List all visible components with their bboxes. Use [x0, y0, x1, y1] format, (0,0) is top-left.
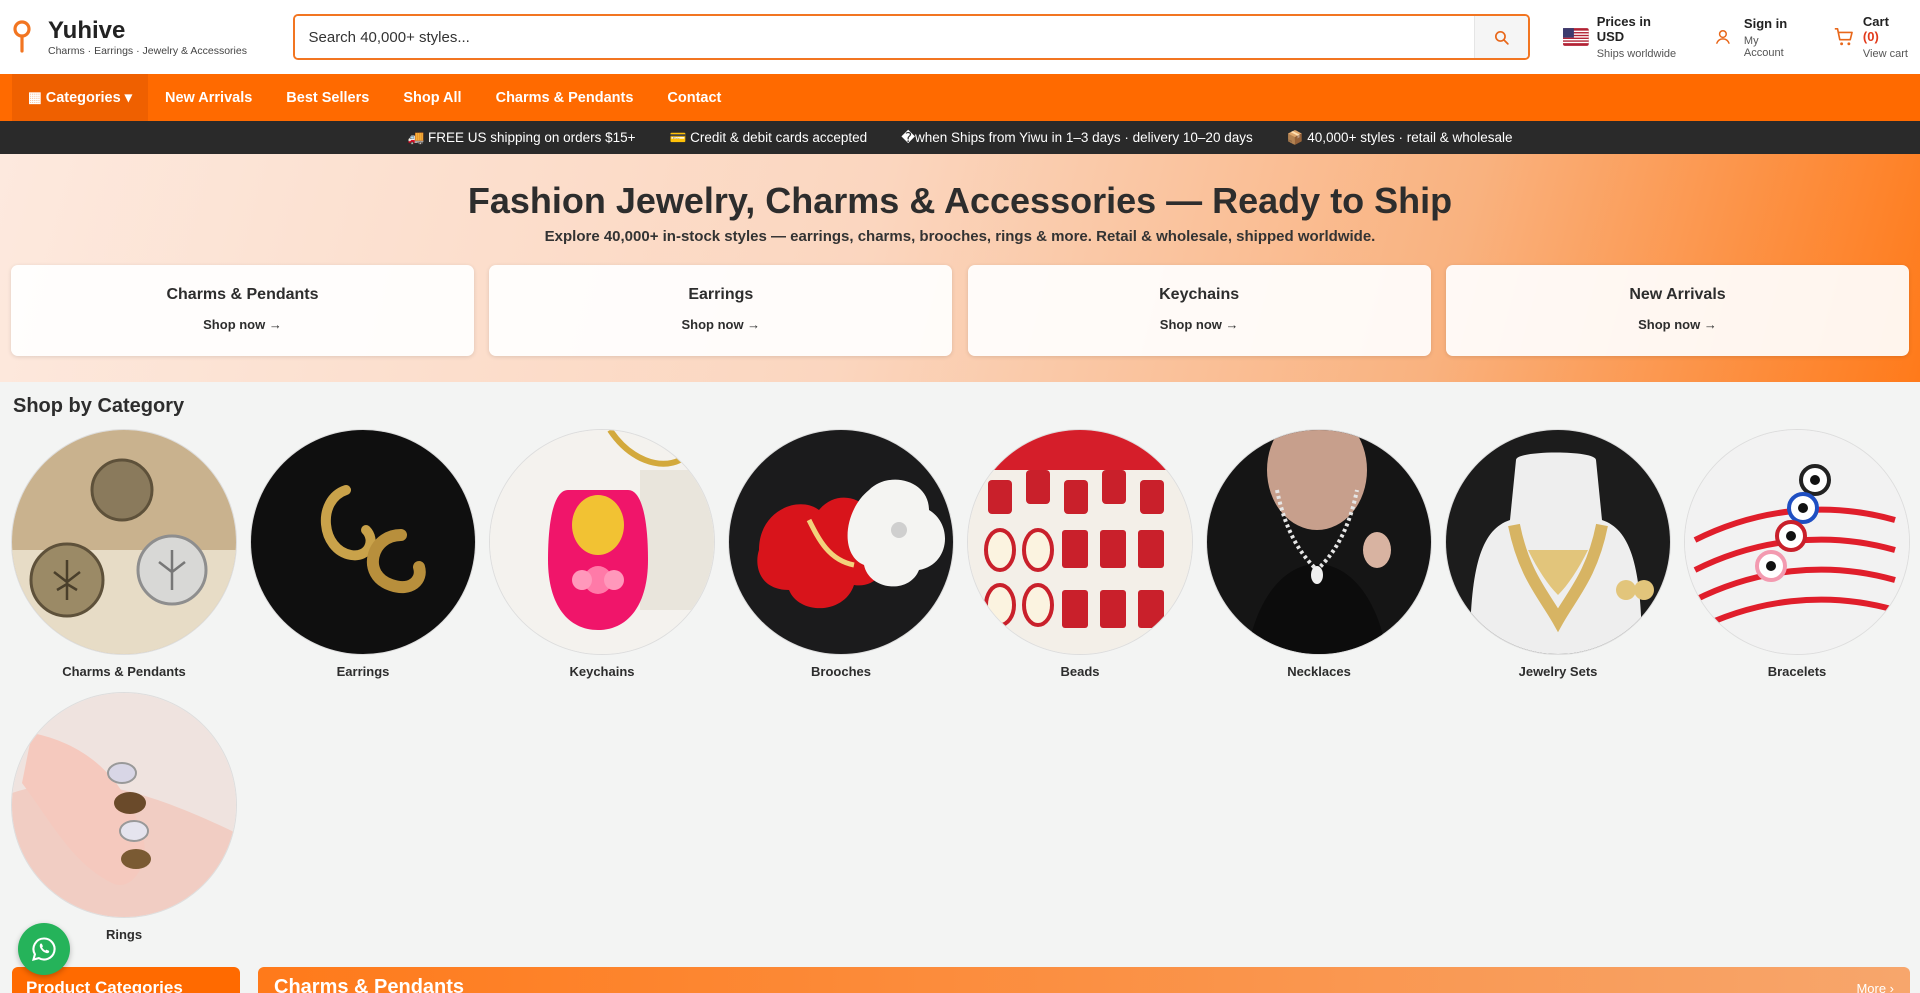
cart-subtitle: View cart — [1862, 48, 1908, 60]
category-image — [12, 693, 236, 917]
cart-title: Cart — [1862, 14, 1889, 29]
hero-subtitle: Explore 40,000+ in-stock styles — earrin… — [544, 228, 1376, 245]
hero-card-title: Keychains — [1159, 286, 1240, 303]
category-image — [1207, 430, 1431, 654]
cart-icon — [1834, 28, 1854, 46]
category-image — [12, 430, 236, 654]
more-link[interactable]: More › — [1856, 981, 1894, 993]
category-necklaces[interactable]: Necklaces — [1207, 430, 1431, 679]
section-title: Charms & Pendants — [274, 976, 465, 993]
category-label: Beads — [1060, 664, 1100, 679]
whatsapp-chat-button[interactable] — [18, 923, 70, 975]
category-brooches[interactable]: Brooches — [729, 430, 953, 679]
us-flag-icon — [1562, 28, 1589, 46]
category-rings[interactable]: Rings — [12, 693, 236, 942]
hero-card-new-arrivals[interactable]: New Arrivals Shop now → — [1445, 265, 1909, 356]
hero-card-cta: Shop now → — [1638, 317, 1717, 332]
logo-pin-icon — [13, 20, 31, 53]
brand-tagline: Charms · Earrings · Jewelry & Accessorie… — [48, 44, 247, 57]
hero-card-cta: Shop now → — [681, 317, 761, 332]
info-bar: 🚚 FREE US shipping on orders $15+ 💳 Cred… — [0, 121, 1920, 154]
hero-card-charms[interactable]: Charms & Pendants Shop now → — [11, 265, 474, 356]
currency-selector[interactable]: Prices in USD Ships worldwide — [1562, 14, 1681, 60]
search-bar — [292, 14, 1530, 60]
categories-menu-button[interactable]: ▦ Categories ▾ — [12, 74, 148, 121]
category-label: Necklaces — [1287, 664, 1351, 679]
category-image — [490, 430, 714, 654]
shop-by-category-title: Shop by Category — [13, 395, 185, 417]
hero-card-title: Charms & Pendants — [166, 286, 319, 303]
main-nav: ▦ Categories ▾ New Arrivals Best Sellers… — [0, 74, 1920, 121]
info-styles: 📦 40,000+ styles · retail & wholesale — [1286, 129, 1513, 145]
info-payment: 💳 Credit & debit cards accepted — [669, 129, 868, 145]
hero-card-title: Earrings — [688, 286, 754, 303]
search-icon — [1494, 30, 1509, 45]
nav-best-sellers[interactable]: Best Sellers — [269, 90, 386, 106]
hero-card-keychains[interactable]: Keychains Shop now → — [967, 265, 1431, 356]
category-charms-pendants[interactable]: Charms & Pendants — [12, 430, 236, 679]
category-image — [1446, 430, 1670, 654]
hero-card-title: New Arrivals — [1629, 286, 1726, 303]
nav-new-arrivals[interactable]: New Arrivals — [148, 90, 269, 106]
brand-name: Yuhive — [48, 16, 126, 44]
nav-contact[interactable]: Contact — [650, 90, 738, 106]
info-ships-from: �when Ships from Yiwu in 1–3 days · deli… — [901, 129, 1253, 145]
hero-title: Fashion Jewelry, Charms & Accessories — … — [467, 180, 1453, 221]
category-image — [1685, 430, 1909, 654]
category-beads[interactable]: Beads — [968, 430, 1192, 679]
category-image — [968, 430, 1192, 654]
category-image — [251, 430, 475, 654]
cart-link[interactable]: Cart (0) View cart — [1833, 14, 1908, 60]
search-button[interactable] — [1473, 16, 1528, 58]
hero-card-cta: Shop now → — [203, 317, 282, 332]
whatsapp-icon — [32, 937, 56, 961]
category-label: Brooches — [811, 664, 871, 679]
search-input[interactable] — [294, 16, 1474, 58]
site-header: Yuhive Charms · Earrings · Jewelry & Acc… — [0, 0, 1920, 74]
charms-pendants-section-header: Charms & Pendants More › — [258, 967, 1910, 993]
currency-subtitle: Ships worldwide — [1596, 48, 1677, 60]
signin-subtitle: My Account — [1743, 34, 1784, 59]
brand-logo[interactable]: Yuhive Charms · Earrings · Jewelry & Acc… — [12, 16, 280, 57]
category-image — [729, 430, 953, 654]
signin-title: Sign in — [1743, 15, 1788, 31]
hero-card-earrings[interactable]: Earrings Shop now → — [489, 265, 953, 356]
user-icon — [1716, 29, 1731, 44]
category-label: Jewelry Sets — [1518, 664, 1598, 679]
cart-count: (0) — [1862, 29, 1879, 44]
category-label: Charms & Pendants — [62, 664, 186, 679]
category-earrings[interactable]: Earrings — [251, 430, 475, 679]
category-label: Keychains — [569, 664, 635, 679]
nav-charms-pendants[interactable]: Charms & Pendants — [479, 90, 651, 106]
category-jewelry-sets[interactable]: Jewelry Sets — [1446, 430, 1670, 679]
category-bracelets[interactable]: Bracelets — [1685, 430, 1909, 679]
hero-banner: Fashion Jewelry, Charms & Accessories — … — [0, 154, 1920, 382]
nav-shop-all[interactable]: Shop All — [386, 90, 478, 106]
currency-title: Prices in USD — [1596, 14, 1651, 44]
category-keychains[interactable]: Keychains — [490, 430, 714, 679]
category-label: Earrings — [336, 664, 390, 679]
hero-card-cta: Shop now → — [1159, 317, 1239, 332]
account-link[interactable]: Sign in My Account — [1714, 16, 1800, 59]
info-free-shipping: 🚚 FREE US shipping on orders $15+ — [407, 129, 636, 145]
category-label: Bracelets — [1767, 664, 1827, 679]
